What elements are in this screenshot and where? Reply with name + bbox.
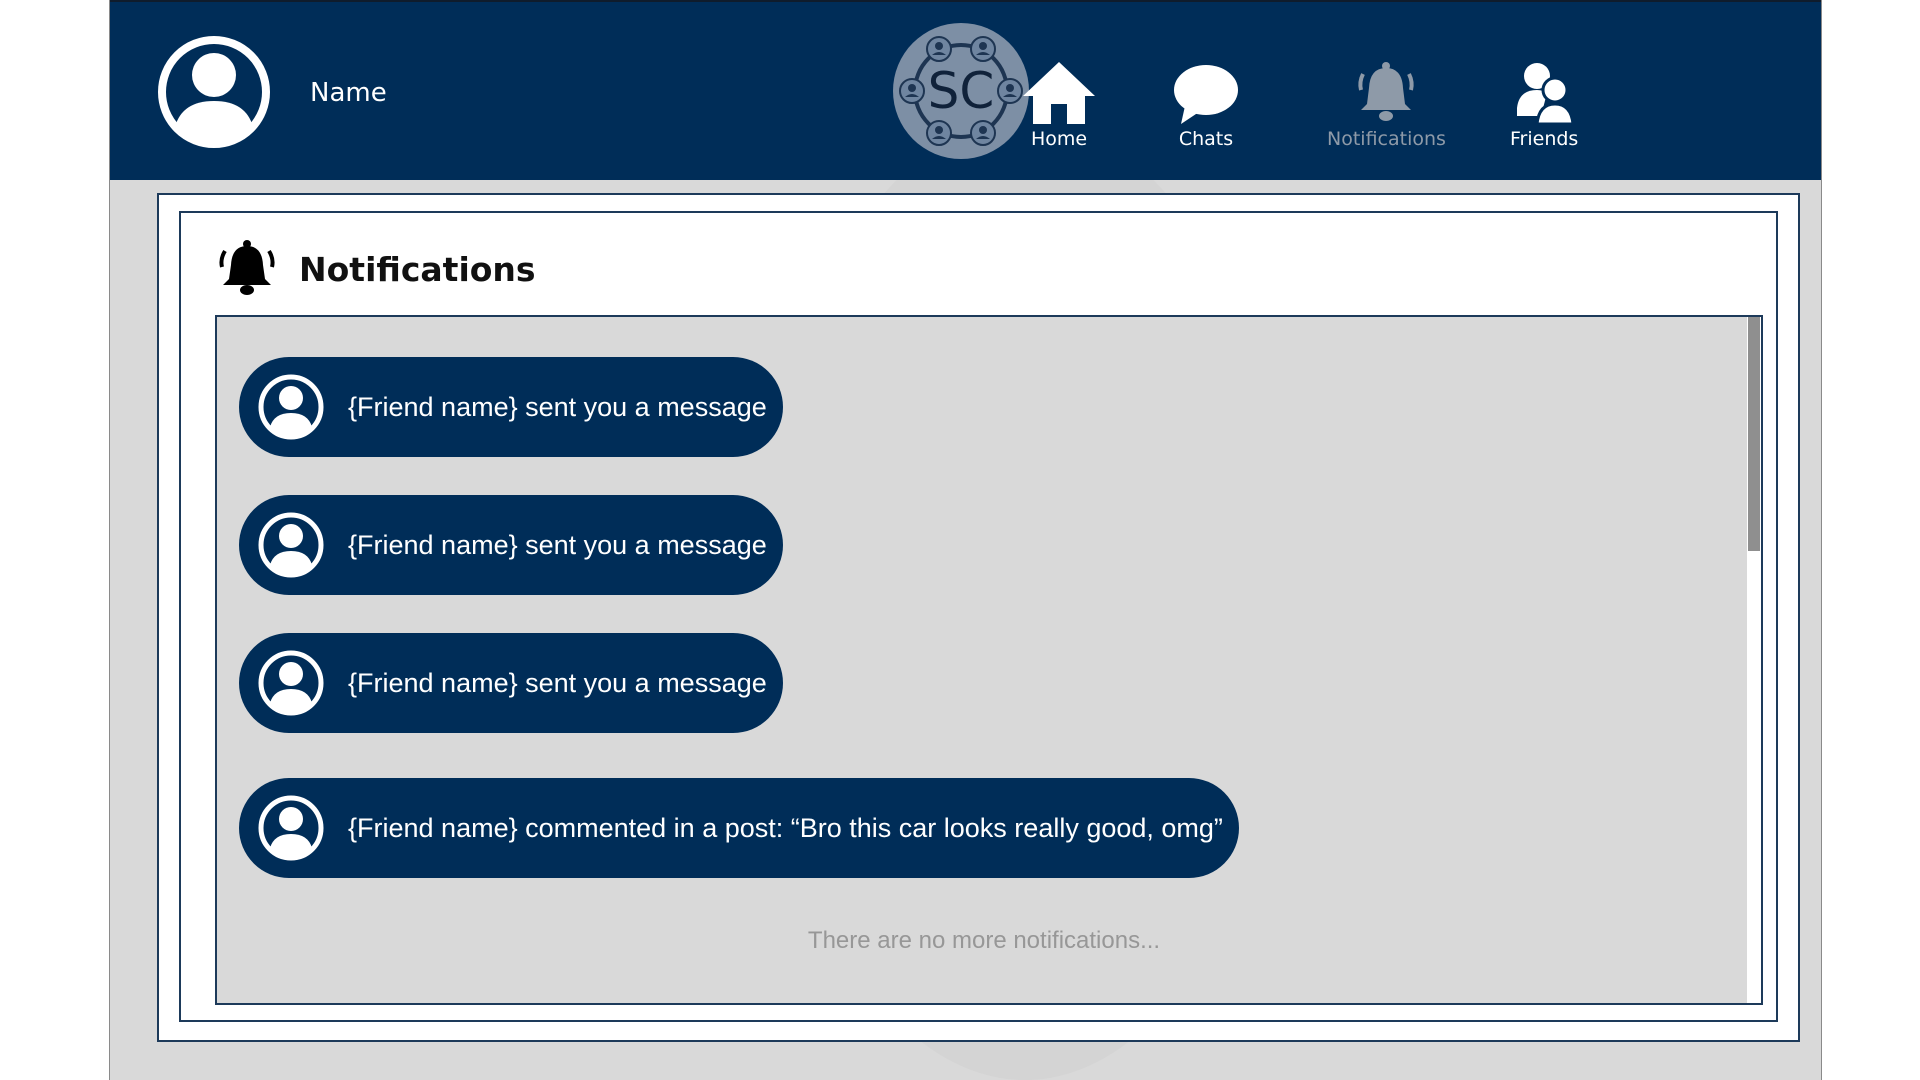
notification-item[interactable]: {Friend name} sent you a message bbox=[239, 633, 783, 733]
notification-text: {Friend name} commented in a post: “Bro … bbox=[348, 812, 1223, 843]
notification-text: {Friend name} sent you a message bbox=[348, 667, 767, 698]
scrollbar-track[interactable] bbox=[1747, 317, 1761, 1003]
app-window: Name SC Home Chats Notifications Friends… bbox=[109, 0, 1822, 1080]
top-bar: Name SC Home Chats Notifications Friends bbox=[110, 0, 1821, 180]
nav-friends-label: Friends bbox=[1510, 128, 1579, 150]
bell-icon bbox=[219, 240, 275, 295]
user-avatar-icon bbox=[258, 374, 324, 440]
content-frame: Notifications {Friend name} sent you a m… bbox=[157, 193, 1800, 1042]
notifications-panel: Notifications {Friend name} sent you a m… bbox=[179, 211, 1778, 1022]
user-avatar-icon bbox=[258, 795, 324, 861]
panel-header: Notifications bbox=[217, 239, 536, 299]
notifications-list[interactable]: {Friend name} sent you a message {Friend… bbox=[215, 315, 1763, 1005]
end-of-list-message: There are no more notifications... bbox=[807, 927, 1161, 954]
nav-chats-label: Chats bbox=[1178, 128, 1234, 150]
nav-chats[interactable]: Chats bbox=[1173, 60, 1239, 150]
scrollbar-thumb[interactable] bbox=[1748, 317, 1760, 551]
home-icon bbox=[1023, 62, 1095, 124]
user-avatar-icon bbox=[258, 650, 324, 716]
notification-item[interactable]: {Friend name} sent you a message bbox=[239, 495, 783, 595]
user-avatar-icon bbox=[258, 512, 324, 578]
nav-home[interactable]: Home bbox=[1021, 60, 1097, 150]
user-name[interactable]: Name bbox=[310, 76, 387, 110]
panel-title: Notifications bbox=[299, 249, 536, 289]
nav-friends[interactable]: Friends bbox=[1510, 60, 1578, 150]
nav-notifications-label: Notifications bbox=[1327, 128, 1446, 150]
nav-home-label: Home bbox=[1030, 128, 1088, 150]
bell-icon bbox=[1358, 62, 1415, 121]
profile-avatar-icon[interactable] bbox=[157, 35, 271, 149]
logo-text: SC bbox=[928, 62, 995, 120]
nav-notifications[interactable]: Notifications bbox=[1327, 60, 1446, 150]
notification-item[interactable]: {Friend name} sent you a message bbox=[239, 357, 783, 457]
notification-item[interactable]: {Friend name} commented in a post: “Bro … bbox=[239, 778, 1239, 878]
notification-text: {Friend name} sent you a message bbox=[348, 529, 767, 560]
notification-text: {Friend name} sent you a message bbox=[348, 391, 767, 422]
friends-icon bbox=[1517, 63, 1575, 126]
chat-bubble-icon bbox=[1174, 65, 1238, 124]
app-logo[interactable]: SC bbox=[892, 22, 1030, 160]
